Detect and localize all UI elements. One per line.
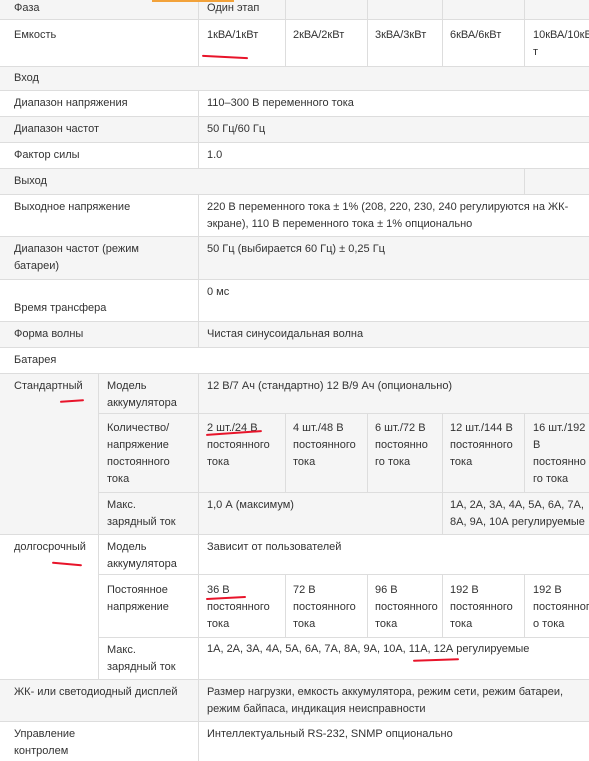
label-standard: Стандартный [14, 380, 83, 392]
label-battery-freq: Диапазон частот (режим батареи) [14, 243, 139, 272]
value-phase: Один этап [207, 2, 260, 14]
qty-voltage-1kva: 2 шт./24 В постоянного тока [207, 422, 270, 468]
row-power-factor [0, 142, 589, 168]
dc-voltage-2kva: 72 В постоянного тока [293, 584, 356, 630]
column-divider [285, 413, 286, 492]
row-divider [0, 90, 589, 91]
qty-voltage-6kva: 12 шт./144 В постоянного тока [450, 422, 513, 468]
value-standard-max-charge-small: 1,0 А (максимум) [207, 499, 294, 511]
column-divider [198, 373, 199, 679]
row-divider [0, 373, 589, 374]
row-divider [0, 721, 589, 722]
value-standard-model: 12 В/7 Ач (стандартно) 12 В/9 Ач (опцион… [207, 380, 453, 392]
row-divider [0, 236, 589, 237]
row-divider [98, 413, 589, 414]
row-divider [98, 574, 589, 575]
column-divider [98, 373, 99, 679]
value-freq-range: 50 Гц/60 Гц [207, 123, 266, 135]
qty-voltage-3kva: 6 шт./72 В постоянно го тока [375, 422, 428, 468]
qty-voltage-10kva: 16 шт./192 В постоянно го тока [533, 422, 586, 485]
column-divider [285, 0, 286, 66]
value-transfer-time: 0 мс [207, 286, 230, 298]
column-divider [524, 413, 525, 492]
label-long-term-max-charge: Макс. зарядный ток [107, 644, 176, 673]
label-phase: Фаза [14, 2, 40, 14]
row-divider [0, 279, 589, 280]
column-divider [367, 0, 368, 66]
spec-table: Фаза Один этап Емкость 1кВА/1кВт 2кВА/2к… [0, 0, 589, 761]
dc-voltage-6kva: 192 В постоянного тока [450, 584, 513, 630]
row-divider [0, 19, 589, 20]
value-power-factor: 1.0 [207, 149, 223, 161]
section-battery: Батарея [14, 354, 57, 366]
row-divider [0, 347, 589, 348]
row-divider [98, 492, 589, 493]
section-input: Вход [14, 72, 39, 84]
label-capacity: Емкость [14, 29, 57, 41]
row-divider [0, 321, 589, 322]
label-standard-max-charge: Макс. зарядный ток [107, 499, 176, 528]
column-divider [285, 574, 286, 637]
capacity-6kva: 6кВА/6кВт [450, 29, 502, 41]
row-battery-section [0, 347, 589, 373]
column-divider [198, 90, 199, 168]
capacity-2kva: 2кВА/2кВт [293, 29, 345, 41]
section-output: Выход [14, 175, 47, 187]
column-divider [198, 0, 199, 66]
label-output-voltage: Выходное напряжение [14, 201, 131, 213]
row-divider [98, 637, 589, 638]
dc-voltage-3kva: 96 В постоянного тока [375, 584, 438, 630]
column-divider [442, 574, 443, 637]
capacity-3kva: 3кВА/3кВт [375, 29, 427, 41]
row-divider [0, 194, 589, 195]
row-divider [0, 679, 589, 680]
value-voltage-range: 110–300 В переменного тока [207, 97, 354, 109]
label-long-term: долгосрочный [14, 541, 86, 553]
column-divider [524, 574, 525, 637]
row-divider [0, 534, 589, 535]
capacity-1kva: 1кВА/1кВт [207, 29, 259, 41]
column-divider [442, 413, 443, 534]
label-freq-range: Диапазон частот [14, 123, 100, 135]
column-divider [367, 413, 368, 492]
label-standard-model: Модель аккумулятора [107, 380, 177, 409]
label-waveform: Форма волны [14, 328, 84, 340]
value-output-voltage: 220 В переменного тока ± 1% (208, 220, 2… [207, 201, 569, 230]
label-qty-voltage: Количество/ напряжение постоянного тока [107, 422, 170, 485]
value-display: Размер нагрузки, емкость аккумулятора, р… [207, 686, 564, 715]
value-long-term-model: Зависит от пользователей [207, 541, 342, 553]
label-dc-voltage: Постоянное напряжение [107, 584, 169, 613]
value-standard-max-charge-large: 1А, 2А, 3А, 4А, 5А, 6А, 7А, 8А, 9А, 10А … [450, 499, 585, 528]
value-battery-freq: 50 Гц (выбирается 60 Гц) ± 0,25 Гц [207, 243, 385, 255]
row-input-section [0, 66, 589, 90]
value-control: Интеллектуальный RS-232, SNMP опциональн… [207, 728, 453, 740]
qty-voltage-2kva: 4 шт./48 В постоянного тока [293, 422, 356, 468]
capacity-10kva: 10кВА/10кВ т [533, 29, 589, 58]
value-waveform: Чистая синусоидальная волна [207, 328, 364, 340]
row-divider [0, 66, 589, 67]
column-divider [198, 194, 199, 347]
row-output-section [0, 168, 589, 194]
row-phase [0, 0, 589, 19]
label-long-term-model: Модель аккумулятора [107, 541, 177, 570]
column-divider [524, 168, 525, 194]
column-divider [198, 679, 199, 761]
label-transfer-time: Время трансфера [14, 302, 107, 314]
row-divider [0, 142, 589, 143]
value-long-term-max-charge: 1А, 2А, 3А, 4А, 5А, 6А, 7А, 8А, 9А, 10А,… [207, 643, 530, 655]
dc-voltage-10kva: 192 В постоянног о тока [533, 584, 589, 630]
top-accent-bar [152, 0, 234, 2]
column-divider [442, 0, 443, 66]
label-display: ЖК- или светодиодный дисплей [14, 686, 178, 698]
row-divider [0, 168, 589, 169]
dc-voltage-1kva: 36 В постоянного тока [207, 584, 270, 630]
column-divider [524, 0, 525, 66]
label-power-factor: Фактор силы [14, 149, 80, 161]
label-control: Управление контролем [14, 728, 76, 757]
label-voltage-range: Диапазон напряжения [14, 97, 128, 109]
column-divider [367, 574, 368, 637]
row-divider [0, 116, 589, 117]
